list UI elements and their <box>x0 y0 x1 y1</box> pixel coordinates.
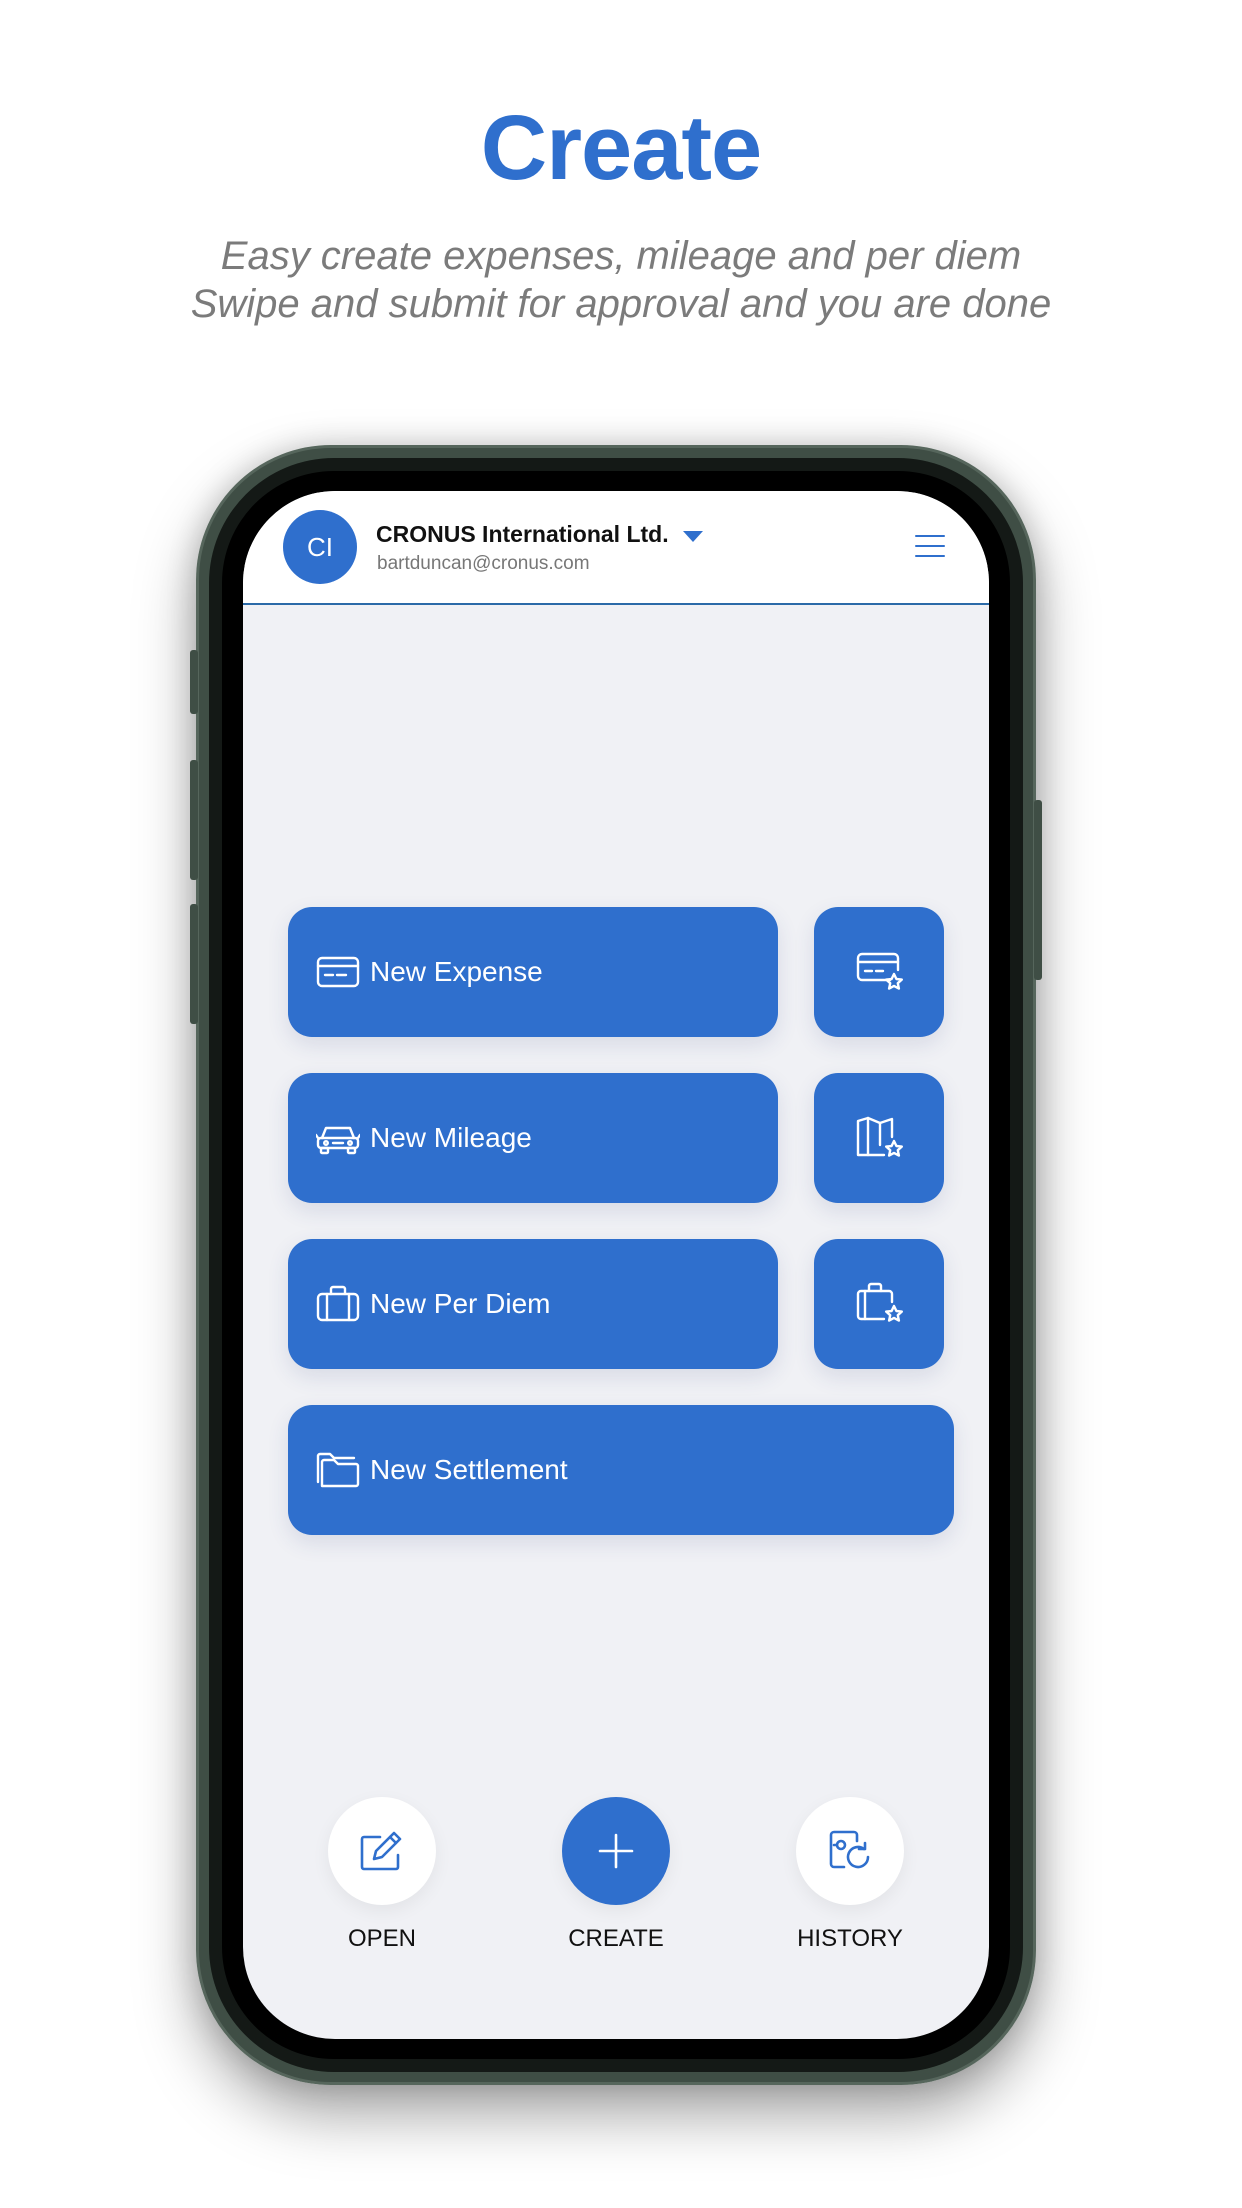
nav-history-button[interactable] <box>796 1797 904 1905</box>
new-expense-label: New Expense <box>370 956 543 987</box>
company-name[interactable]: CRONUS International Ltd. <box>376 521 669 548</box>
nav-history-label: HISTORY <box>797 1925 903 1952</box>
nav-open-label: OPEN <box>347 1925 416 1952</box>
history-icon <box>829 1830 870 1869</box>
favorite-per-diem-button[interactable] <box>814 1239 944 1369</box>
nav-open-button[interactable] <box>328 1797 436 1905</box>
car-icon <box>316 1126 360 1155</box>
new-per-diem-button[interactable]: New Per Diem <box>288 1239 778 1369</box>
app-screen: CI CRONUS International Ltd. bartduncan@… <box>243 491 989 2039</box>
user-email: bartduncan@cronus.com <box>377 553 590 574</box>
credit-card-star-icon <box>856 952 903 990</box>
briefcase-star-icon <box>856 1282 903 1322</box>
folder-icon <box>316 1452 360 1488</box>
favorite-mileage-button[interactable] <box>814 1073 944 1203</box>
phone-volume-up <box>190 760 198 880</box>
subtitle-line-2: Swipe and submit for approval and you ar… <box>190 282 1052 326</box>
edit-icon <box>360 1831 402 1871</box>
caret-down-icon[interactable] <box>683 531 703 542</box>
subtitle-line-1: Easy create expenses, mileage and per di… <box>220 234 1022 278</box>
new-per-diem-label: New Per Diem <box>370 1288 551 1319</box>
nav-create-label: CREATE <box>568 1925 664 1952</box>
new-settlement-label: New Settlement <box>370 1454 568 1485</box>
page-title: Create <box>480 97 762 199</box>
new-mileage-label: New Mileage <box>370 1122 532 1153</box>
app-header: CI CRONUS International Ltd. bartduncan@… <box>243 491 989 605</box>
plus-icon <box>598 1833 634 1869</box>
phone-mute-switch <box>190 650 198 714</box>
hamburger-menu-icon[interactable] <box>915 535 945 559</box>
phone-volume-down <box>190 904 198 1024</box>
avatar[interactable]: CI <box>283 510 357 584</box>
phone-power-button <box>1034 800 1042 980</box>
briefcase-icon <box>316 1285 360 1322</box>
new-mileage-button[interactable]: New Mileage <box>288 1073 778 1203</box>
favorite-expense-button[interactable] <box>814 907 944 1037</box>
new-expense-button[interactable]: New Expense <box>288 907 778 1037</box>
nav-create-button[interactable] <box>562 1797 670 1905</box>
map-star-icon <box>856 1116 903 1157</box>
new-settlement-button[interactable]: New Settlement <box>288 1405 954 1535</box>
credit-card-icon <box>316 956 360 988</box>
